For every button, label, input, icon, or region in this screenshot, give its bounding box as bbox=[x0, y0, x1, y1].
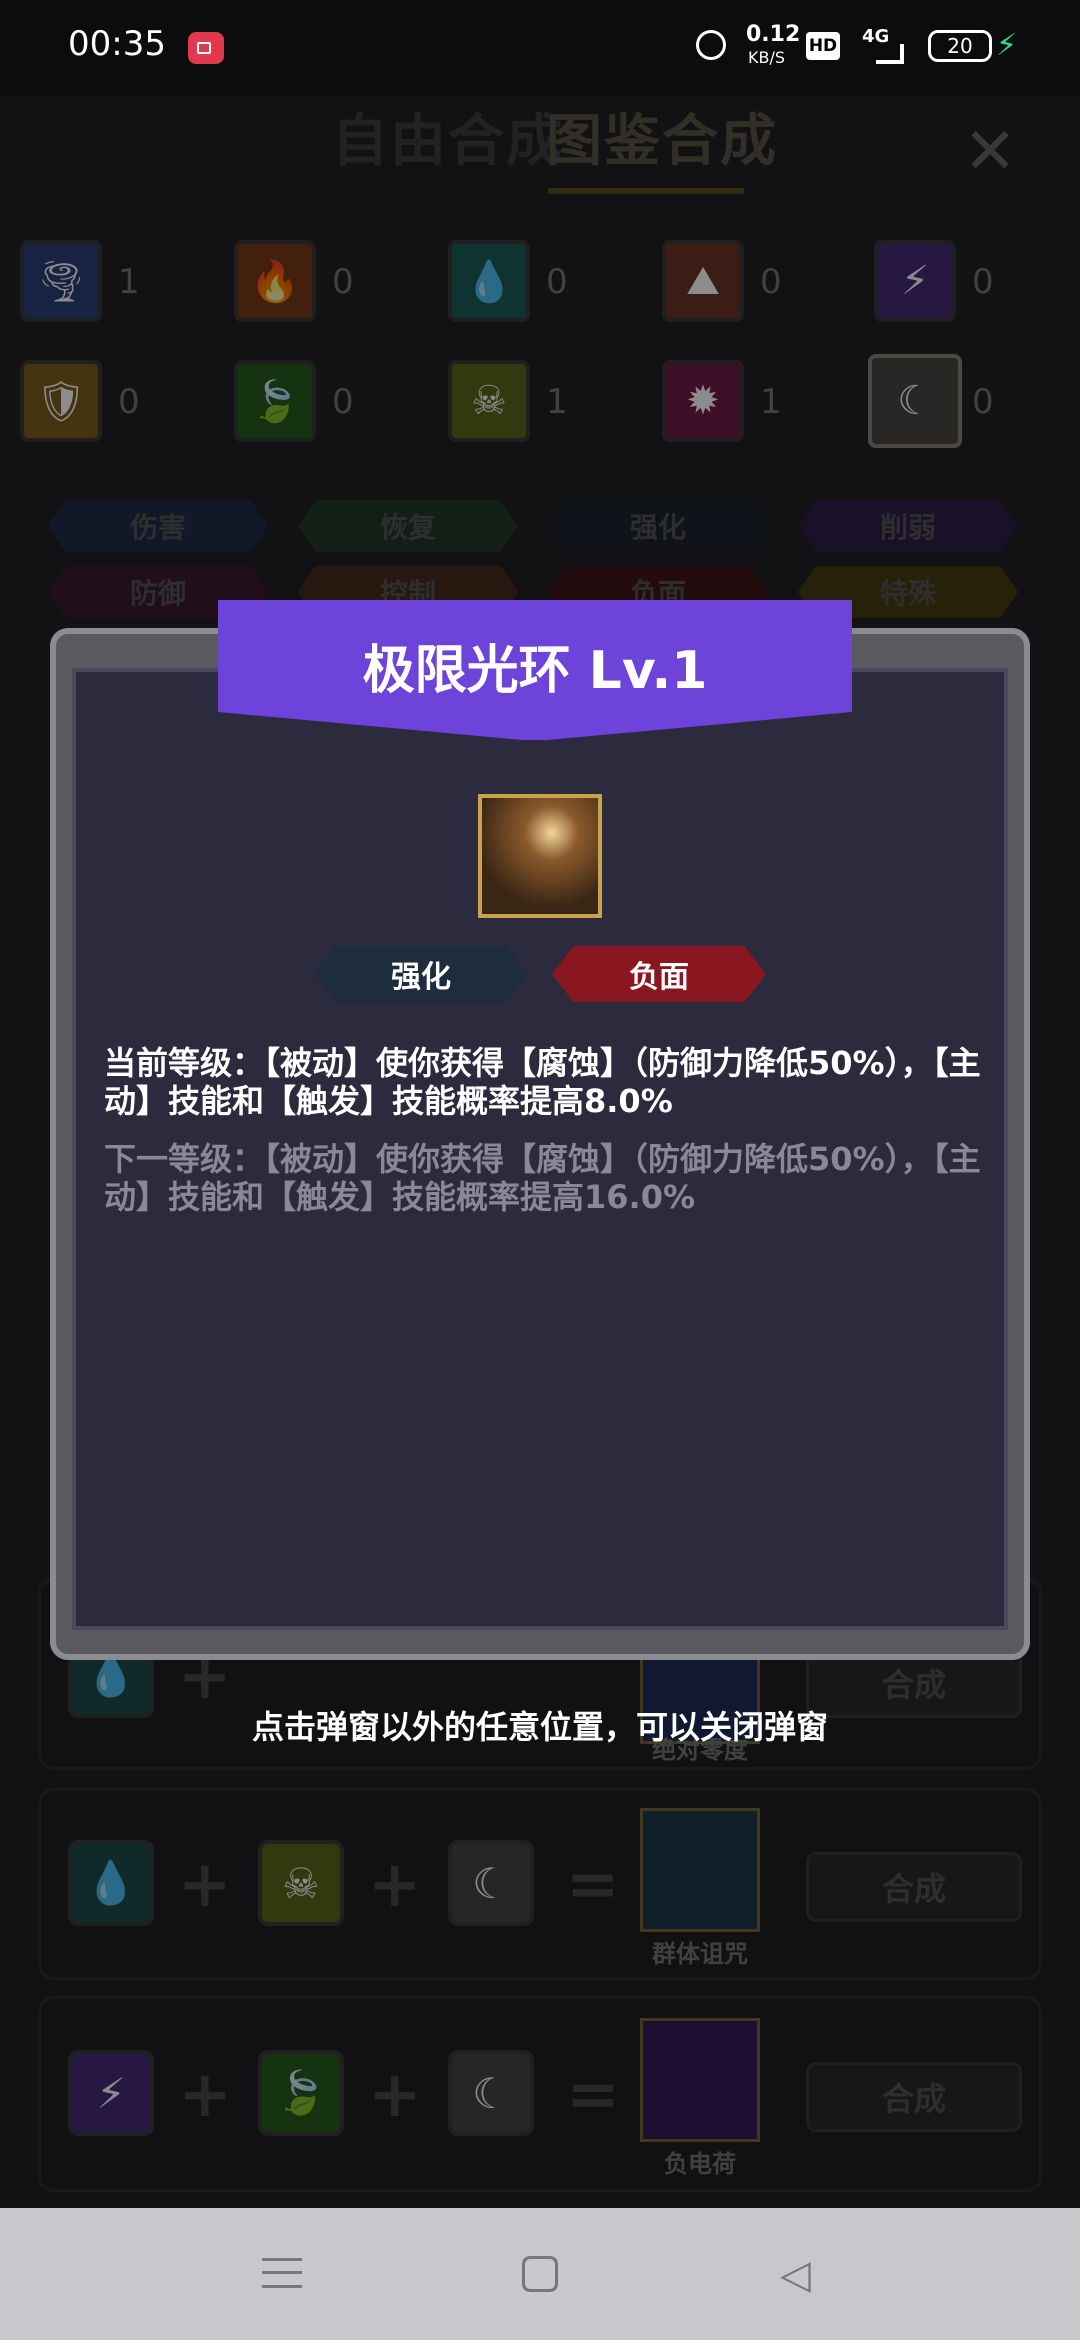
home-icon[interactable] bbox=[522, 2256, 558, 2292]
skill-tag-buff: 强化 bbox=[314, 946, 528, 1002]
menu-icon[interactable] bbox=[262, 2258, 302, 2288]
net-unit: KB/S bbox=[748, 48, 786, 67]
skill-icon bbox=[478, 794, 602, 918]
clock: 00:35 bbox=[68, 24, 166, 64]
signal-bars-icon bbox=[876, 44, 904, 64]
next-level-description: 下一等级：【被动】使你获得【腐蚀】（防御力降低50%），【主动】技能和【触发】技… bbox=[104, 1140, 981, 1216]
battery-icon: 20 bbox=[928, 30, 992, 62]
current-level-description: 当前等级：【被动】使你获得【腐蚀】（防御力降低50%），【主动】技能和【触发】技… bbox=[104, 1044, 981, 1120]
status-bar: 00:35 0.12 KB/S HD 4G 20 ⚡ bbox=[0, 0, 1080, 96]
hd-icon: HD bbox=[806, 32, 840, 60]
skill-tag-negative: 负面 bbox=[552, 946, 766, 1002]
charging-icon: ⚡ bbox=[996, 28, 1018, 63]
net-speed: 0.12 bbox=[746, 22, 801, 47]
close-hint: 点击弹窗以外的任意位置，可以关闭弹窗 bbox=[251, 1708, 828, 1746]
screen-record-icon bbox=[188, 32, 224, 64]
navigation-bar: ◁ bbox=[0, 2208, 1080, 2340]
modal-title: 极限光环 Lv.1 bbox=[362, 641, 708, 701]
back-icon[interactable]: ◁ bbox=[780, 2252, 811, 2298]
alarm-icon bbox=[696, 30, 726, 60]
